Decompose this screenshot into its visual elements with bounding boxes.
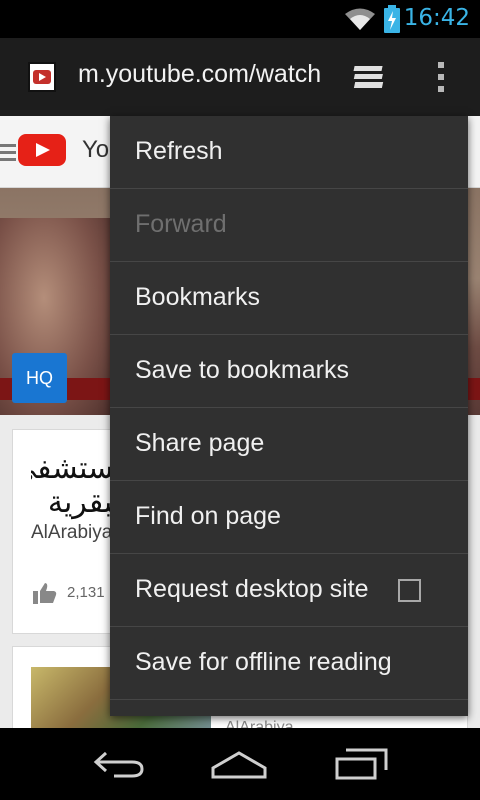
- menu-item-share-page[interactable]: Share page: [110, 408, 468, 481]
- menu-item-label: Forward: [135, 210, 227, 238]
- desktop-site-checkbox[interactable]: [398, 579, 421, 602]
- back-icon[interactable]: [92, 749, 146, 779]
- youtube-logo-icon[interactable]: [18, 134, 66, 166]
- home-icon[interactable]: [210, 750, 268, 780]
- menu-item-label: Find on page: [135, 502, 281, 530]
- battery-charging-icon: [384, 5, 400, 33]
- navigation-bar: [0, 728, 480, 800]
- like-count: 2,131: [67, 584, 105, 601]
- browser-toolbar: m.youtube.com/watch: [0, 38, 480, 116]
- menu-item-label: Request desktop site: [135, 575, 369, 603]
- menu-item-forward: Forward: [110, 189, 468, 262]
- menu-item-find-on-page[interactable]: Find on page: [110, 481, 468, 554]
- menu-item-label: Bookmarks: [135, 283, 261, 311]
- overflow-menu-icon[interactable]: [436, 60, 446, 94]
- channel-name[interactable]: AlArabiya: [31, 522, 112, 544]
- menu-item-label: Save for offline reading: [135, 648, 392, 676]
- tabs-icon[interactable]: [353, 64, 389, 90]
- status-time: 16:42: [403, 5, 470, 31]
- menu-item-label: Save to bookmarks: [135, 356, 349, 384]
- menu-item-label: Share page: [135, 429, 265, 457]
- recent-apps-icon[interactable]: [334, 748, 388, 780]
- hq-badge[interactable]: HQ: [12, 353, 67, 403]
- url-bar[interactable]: m.youtube.com/watch: [78, 60, 326, 96]
- menu-item-request-desktop-site[interactable]: Request desktop site: [110, 554, 468, 627]
- overflow-menu: Refresh Forward Bookmarks Save to bookma…: [110, 116, 468, 716]
- menu-item-save-to-bookmarks[interactable]: Save to bookmarks: [110, 335, 468, 408]
- menu-item-save-offline[interactable]: Save for offline reading: [110, 627, 468, 700]
- wifi-icon: [345, 8, 375, 30]
- menu-item-label: Refresh: [135, 137, 223, 165]
- youtube-favicon-icon: [28, 62, 56, 92]
- status-bar: 16:42: [0, 0, 480, 38]
- hamburger-icon[interactable]: [0, 142, 16, 162]
- thumbs-up-icon[interactable]: [33, 582, 57, 604]
- menu-item-refresh[interactable]: Refresh: [110, 116, 468, 189]
- related-channel-name: AlArabiya: [225, 719, 294, 728]
- menu-item-bookmarks[interactable]: Bookmarks: [110, 262, 468, 335]
